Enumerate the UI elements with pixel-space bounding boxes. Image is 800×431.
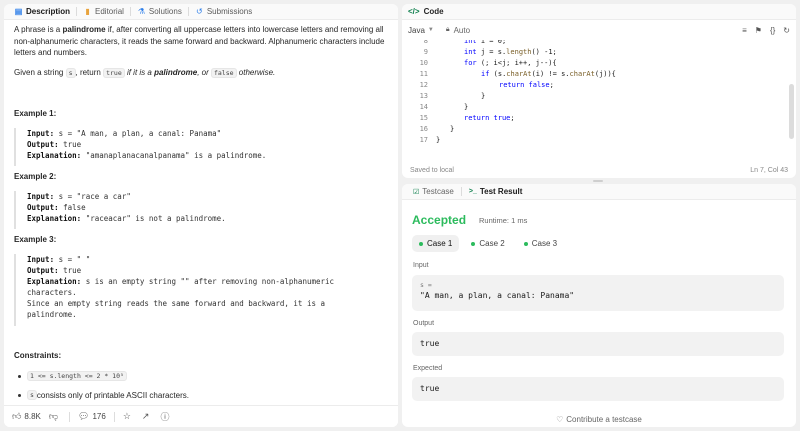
code-line: 12 return false;: [419, 81, 554, 89]
save-status: Saved to local: [410, 166, 454, 174]
code-line: 17}: [419, 136, 441, 144]
code-line: 11 if (s.charAt(i) != s.charAt(j)){: [419, 70, 616, 78]
favorite-button[interactable]: ☆: [123, 411, 134, 422]
constraint-item: 1 <= s.length <= 2 * 10⁵: [14, 371, 384, 381]
tab-divider: [129, 7, 131, 16]
example-block: Input: s = "race a car" Output: false Ex…: [14, 191, 384, 229]
input-box: s = "A man, a plan, a canal: Panama": [412, 275, 784, 311]
code-line: 16}: [419, 125, 455, 133]
language-select[interactable]: Java ▼: [408, 26, 434, 35]
code-editor[interactable]: 8 int i = 0; 9 int j = s.length() -1; 10 fo…: [402, 40, 796, 152]
auto-mode-toggle[interactable]: 🔒︎ Auto: [446, 26, 470, 35]
thumbs-down-icon: 👎︎: [48, 411, 59, 421]
terminal-icon: >_: [468, 188, 477, 195]
code-status-bar: Saved to local Ln 7, Col 43: [402, 162, 796, 178]
example-block: Input: s = "A man, a plan, a canal: Pana…: [14, 128, 384, 166]
dislike-button[interactable]: 👎︎: [49, 411, 61, 422]
test-panel: ☑ Testcase >_ Test Result Accepted Runtime…: [402, 184, 796, 427]
submissions-icon: ↺: [195, 7, 203, 16]
expected-box: true: [412, 377, 784, 401]
tab-solutions[interactable]: ⚗ Solutions: [133, 4, 186, 20]
problem-description: A phrase is a palindrome if, after conve…: [14, 24, 392, 87]
problem-panel: ▤ Description ▮ Editorial ⚗ Solutions ↺ …: [4, 4, 398, 427]
code-line: 15 return true;: [419, 114, 515, 122]
code-line: 13}: [419, 92, 486, 100]
reset-icon[interactable]: ↻: [783, 26, 790, 35]
comment-icon: 💬︎: [78, 411, 90, 421]
output-label: Output: [413, 320, 435, 327]
thumbs-up-icon: 👍︎: [12, 411, 22, 421]
help-icon: ⓘ: [160, 412, 170, 422]
code-title: Code: [423, 7, 444, 16]
tab-testcase[interactable]: ☑ Testcase: [408, 187, 459, 196]
problem-footer: 👍︎ 8.8K 👎︎ 💬︎ 176 ☆ ↗ ⓘ: [4, 405, 398, 427]
lock-icon: 🔒︎: [445, 26, 450, 33]
tab-editorial[interactable]: ▮ Editorial: [79, 4, 128, 20]
editorial-icon: ▮: [85, 7, 90, 16]
example-block: Input: s = " " Output: true Explanation:…: [14, 254, 384, 326]
share-button[interactable]: ↗: [142, 411, 153, 422]
runtime-label: Runtime: 1 ms: [479, 216, 528, 225]
cursor-position: Ln 7, Col 43: [750, 166, 788, 174]
output-box: true: [412, 332, 784, 356]
case-tab-2[interactable]: Case 2: [464, 235, 511, 252]
heart-icon: ♡: [556, 415, 564, 424]
panel-resize-handle[interactable]: [593, 180, 603, 182]
constraints-list: 1 <= s.length <= 2 * 10⁵ s consists only…: [14, 371, 384, 409]
expected-label: Expected: [413, 365, 443, 372]
tab-description[interactable]: ▤ Description: [10, 4, 74, 20]
description-paragraph: A phrase is a palindrome if, after conve…: [14, 25, 385, 58]
star-icon: ☆: [122, 411, 131, 421]
example-title: Example 3:: [14, 235, 57, 244]
constraints-title: Constraints:: [14, 351, 62, 360]
description-paragraph: Given a string s, return true if it is a…: [14, 67, 276, 78]
code-line: 8 int i = 0;: [423, 40, 507, 45]
tab-test-result[interactable]: >_ Test Result: [464, 187, 528, 196]
chevron-down-icon: ▼: [427, 27, 434, 33]
case-tabs: Case 1 Case 2 Case 3: [412, 235, 564, 252]
result-status: Accepted: [412, 213, 467, 227]
bookmark-icon[interactable]: ⚑: [755, 26, 762, 35]
constraint-item: s consists only of printable ASCII chara…: [14, 390, 384, 400]
editor-scrollbar[interactable]: [789, 84, 794, 139]
case-tab-1[interactable]: Case 1: [412, 235, 460, 252]
like-button[interactable]: 👍︎ 8.8K: [12, 411, 41, 422]
tab-divider: [187, 7, 189, 16]
help-button[interactable]: ⓘ: [160, 410, 172, 423]
solutions-icon: ⚗: [137, 7, 145, 16]
case-tab-3[interactable]: Case 3: [517, 235, 564, 252]
checkbox-icon: ☑: [413, 188, 420, 196]
code-line: 14}: [419, 103, 469, 111]
code-toolbar: Java ▼ 🔒︎ Auto ≡ ⚑ {} ↻: [402, 20, 796, 40]
example-title: Example 1:: [14, 109, 57, 118]
test-tabbar: ☑ Testcase >_ Test Result: [402, 184, 796, 200]
code-icon: </>: [408, 7, 420, 16]
braces-icon[interactable]: {}: [770, 26, 775, 35]
tab-divider: [76, 7, 78, 16]
input-label: Input: [413, 262, 429, 269]
share-icon: ↗: [141, 411, 150, 421]
format-icon[interactable]: ≡: [742, 26, 747, 35]
problem-tabbar: ▤ Description ▮ Editorial ⚗ Solutions ↺ …: [4, 4, 398, 20]
comments-button[interactable]: 💬︎ 176: [78, 411, 106, 422]
code-line: 10 for (; i<j; i++, j--){: [419, 59, 557, 67]
code-panel: </> Code Java ▼ 🔒︎ Auto ≡ ⚑ {} ↻ 8 int i = …: [402, 4, 796, 178]
example-title: Example 2:: [14, 172, 57, 181]
description-icon: ▤: [14, 7, 23, 16]
tab-submissions[interactable]: ↺ Submissions: [191, 4, 256, 20]
contribute-testcase-link[interactable]: ♡ Contribute a testcase: [402, 415, 796, 424]
code-line: 9 int j = s.length() -1;: [423, 48, 557, 56]
code-header: </> Code: [402, 4, 796, 20]
